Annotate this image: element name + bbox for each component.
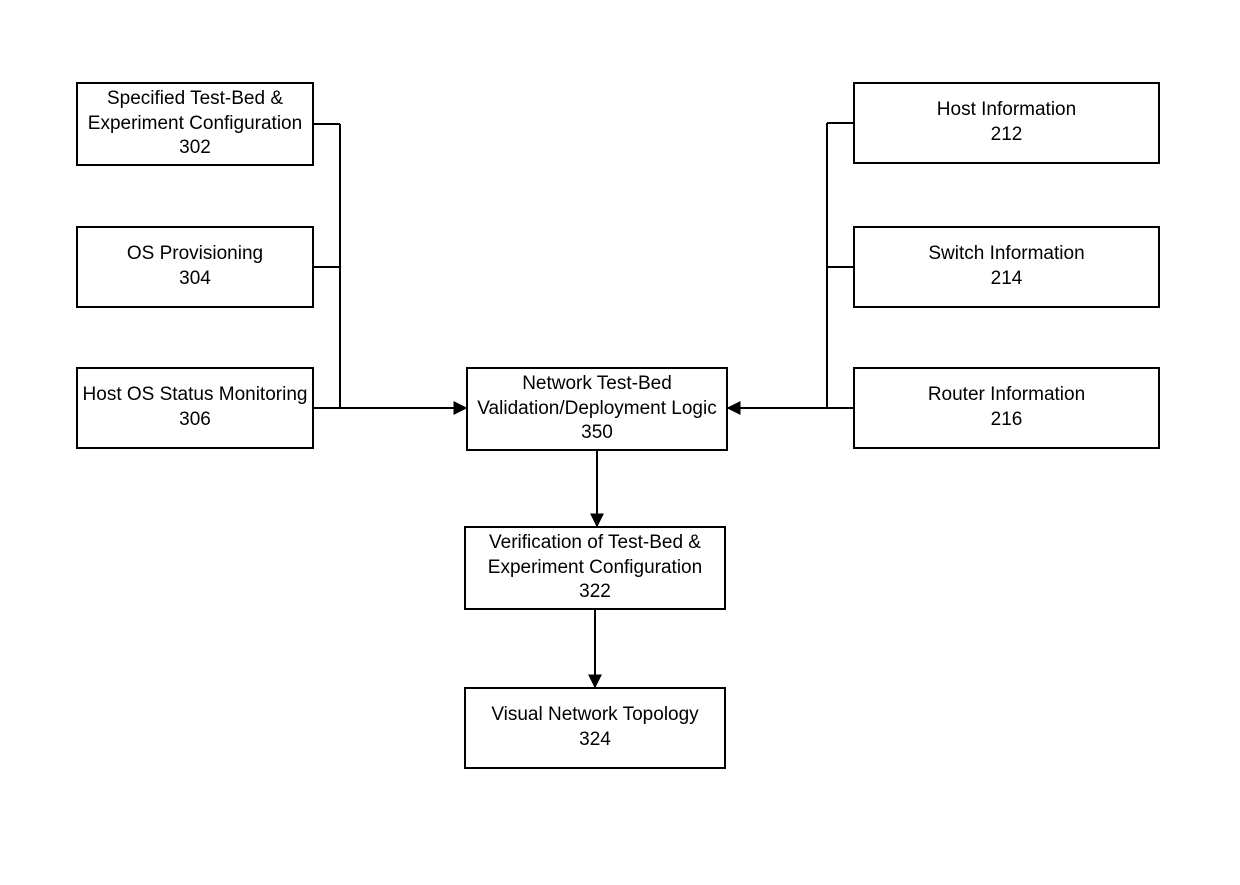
- box-host-information: Host Information 212: [853, 82, 1160, 164]
- box-verification: Verification of Test-Bed & Experiment Co…: [464, 526, 726, 610]
- box-switch-information: Switch Information 214: [853, 226, 1160, 308]
- box-title: Host OS Status Monitoring: [83, 383, 308, 408]
- box-title: Network Test-Bed Validation/Deployment L…: [472, 372, 722, 421]
- box-router-information: Router Information 216: [853, 367, 1160, 449]
- box-specified-testbed: Specified Test-Bed & Experiment Configur…: [76, 82, 314, 166]
- box-number: 350: [581, 421, 613, 446]
- box-title: Verification of Test-Bed & Experiment Co…: [470, 531, 720, 580]
- box-number: 302: [179, 136, 211, 161]
- box-host-os-monitoring: Host OS Status Monitoring 306: [76, 367, 314, 449]
- box-title: Router Information: [928, 383, 1085, 408]
- box-number: 306: [179, 408, 211, 433]
- diagram-canvas: Specified Test-Bed & Experiment Configur…: [0, 0, 1240, 885]
- box-os-provisioning: OS Provisioning 304: [76, 226, 314, 308]
- box-title: Specified Test-Bed & Experiment Configur…: [82, 87, 308, 136]
- box-number: 324: [579, 728, 611, 753]
- box-title: Visual Network Topology: [491, 703, 698, 728]
- box-number: 214: [991, 267, 1023, 292]
- box-number: 212: [991, 123, 1023, 148]
- box-title: OS Provisioning: [127, 242, 263, 267]
- box-title: Host Information: [937, 98, 1076, 123]
- box-network-testbed-logic: Network Test-Bed Validation/Deployment L…: [466, 367, 728, 451]
- box-number: 322: [579, 580, 611, 605]
- box-number: 216: [991, 408, 1023, 433]
- box-title: Switch Information: [928, 242, 1084, 267]
- box-visual-topology: Visual Network Topology 324: [464, 687, 726, 769]
- box-number: 304: [179, 267, 211, 292]
